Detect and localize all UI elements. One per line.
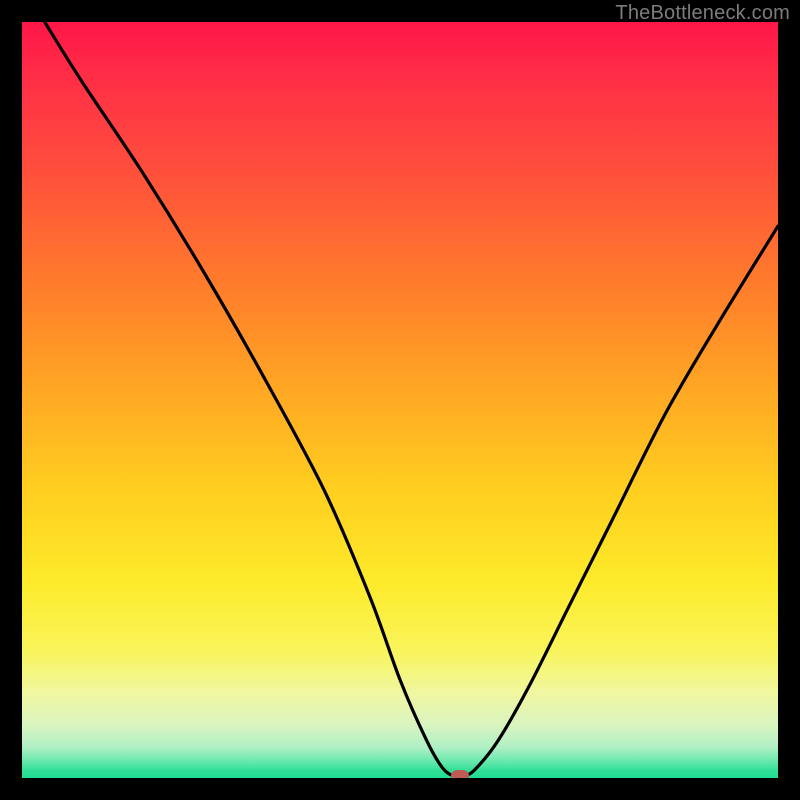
minimum-marker (451, 770, 469, 778)
bottleneck-curve (22, 22, 778, 778)
plot-area (22, 22, 778, 778)
chart-frame: TheBottleneck.com (0, 0, 800, 800)
watermark-text: TheBottleneck.com (615, 2, 790, 25)
